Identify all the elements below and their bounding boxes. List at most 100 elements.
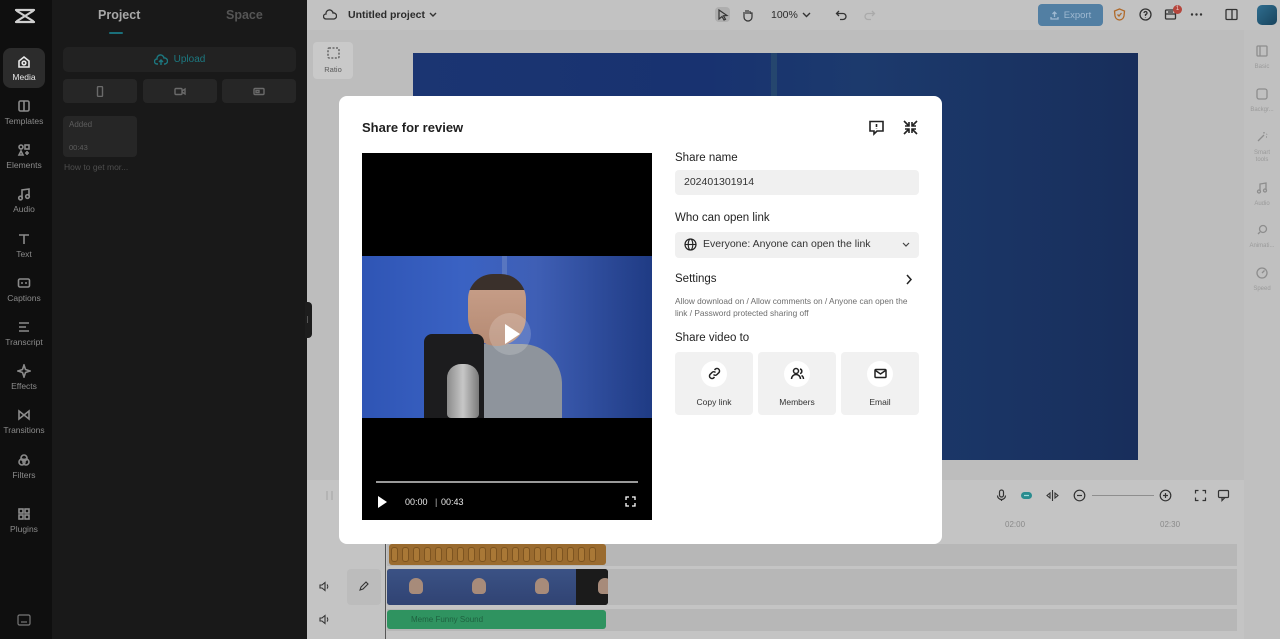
feedback-button[interactable] — [868, 119, 885, 136]
ratio-button[interactable]: Ratio — [313, 42, 353, 79]
panel-collapse-handle[interactable] — [305, 302, 312, 338]
settings-label[interactable]: Settings — [675, 273, 717, 285]
templates-icon — [18, 99, 30, 112]
effects-icon — [17, 363, 31, 378]
chevron-down-icon[interactable] — [799, 7, 814, 22]
audio-clip[interactable] — [389, 544, 606, 565]
split-icon[interactable] — [323, 489, 336, 502]
copy-link-button[interactable]: Copy link — [675, 352, 753, 415]
link-access-value: Everyone: Anyone can open the link — [703, 238, 871, 250]
share-name-input[interactable]: 202401301914 — [675, 170, 919, 195]
nav-templates[interactable]: Templates — [3, 92, 45, 132]
chevron-right-icon[interactable] — [905, 274, 913, 285]
pencil-icon — [359, 581, 369, 591]
sfx-clip[interactable]: Meme Funny Sound — [387, 610, 606, 629]
nav-transcript[interactable]: Transcript — [3, 313, 45, 353]
video-preview-player[interactable]: 00:00 | 00:43 — [362, 153, 652, 520]
prop-animation[interactable]: Animati... — [1244, 223, 1280, 250]
cloud-upload-icon — [153, 53, 168, 65]
media-icon — [18, 55, 30, 68]
video-thumbnail — [387, 569, 450, 605]
player-current-time: 00:00 — [405, 497, 428, 507]
player-progress-bar[interactable] — [376, 481, 638, 483]
layout-panel-icon[interactable] — [1224, 7, 1239, 22]
nav-elements-label: Elements — [6, 159, 42, 170]
plugins-icon — [18, 507, 30, 520]
upload-button[interactable]: Upload — [63, 47, 296, 72]
volume-icon[interactable] — [318, 613, 331, 626]
play-overlay-icon[interactable] — [489, 313, 531, 355]
media-panel: Project Space Upload Added 00:43 How to … — [52, 0, 307, 639]
microphone-icon[interactable] — [995, 489, 1008, 502]
help-icon[interactable] — [1138, 7, 1153, 22]
tab-space[interactable]: Space — [226, 8, 263, 22]
share-for-review-dialog: Share for review 00:00 | 00:43 Share nam… — [339, 96, 942, 544]
prop-smart-tools[interactable]: Smart tools — [1244, 130, 1280, 164]
link-access-select[interactable]: Everyone: Anyone can open the link — [675, 232, 919, 258]
project-name[interactable]: Untitled project — [348, 9, 425, 21]
prop-basic[interactable]: Basic — [1244, 44, 1280, 71]
export-button[interactable]: Export — [1038, 4, 1103, 26]
keyboard-icon[interactable] — [17, 614, 31, 626]
capcut-logo-icon[interactable] — [14, 7, 36, 25]
video-clip[interactable] — [387, 569, 608, 605]
magic-wand-icon — [1257, 132, 1268, 142]
nav-transitions[interactable]: Transitions — [3, 401, 45, 441]
nav-audio[interactable]: Audio — [3, 180, 45, 220]
more-icon[interactable] — [1189, 7, 1204, 22]
minimize-icon — [903, 120, 918, 135]
prop-speed[interactable]: Speed — [1244, 266, 1280, 293]
player-time-separator: | — [435, 497, 438, 507]
chevron-down-icon[interactable] — [429, 12, 437, 18]
playhead[interactable] — [385, 540, 386, 639]
nav-plugins[interactable]: Plugins — [3, 500, 45, 540]
undo-icon[interactable] — [834, 7, 849, 22]
audio-note-icon — [1256, 182, 1268, 194]
nav-templates-label: Templates — [4, 115, 44, 126]
redo-icon[interactable] — [862, 7, 877, 22]
link-icon — [708, 367, 720, 380]
zoom-out-icon[interactable] — [1073, 489, 1086, 502]
email-button[interactable]: Email — [841, 352, 919, 415]
fit-timeline-icon[interactable] — [1194, 489, 1207, 502]
prop-background[interactable]: Backgr... — [1244, 87, 1280, 114]
timeline-zoom-slider[interactable] — [1092, 495, 1154, 496]
filter-portrait-button[interactable] — [63, 79, 137, 103]
audio-icon — [17, 187, 31, 201]
filter-video-button[interactable] — [143, 79, 217, 103]
prop-audio[interactable]: Audio — [1244, 181, 1280, 208]
sfx-clip-label: Meme Funny Sound — [411, 615, 484, 624]
nav-elements[interactable]: Elements — [3, 136, 45, 176]
nav-effects[interactable]: Effects — [3, 357, 45, 397]
prop-smart-tools-label: Smart tools — [1253, 150, 1270, 163]
nav-transcript-label: Transcript — [5, 336, 43, 347]
media-item[interactable]: Added 00:43 — [63, 116, 137, 157]
phone-icon — [96, 85, 104, 97]
fullscreen-icon[interactable] — [625, 496, 636, 507]
members-button[interactable]: Members — [758, 352, 836, 415]
collapse-dialog-button[interactable] — [902, 119, 919, 136]
zoom-level[interactable]: 100% — [771, 9, 798, 21]
nav-media[interactable]: Media — [3, 48, 45, 88]
nav-filters[interactable]: Filters — [3, 446, 45, 486]
prop-speed-label: Speed — [1253, 286, 1271, 292]
shield-check-icon[interactable] — [1112, 7, 1127, 22]
nav-text[interactable]: Text — [3, 225, 45, 265]
added-badge: Added — [69, 120, 93, 129]
split-compare-icon[interactable] — [1046, 489, 1059, 502]
export-label: Export — [1063, 9, 1092, 21]
filter-landscape-button[interactable] — [222, 79, 296, 103]
play-icon[interactable] — [378, 496, 387, 508]
avatar[interactable] — [1257, 5, 1277, 25]
track-edit-button[interactable] — [347, 569, 381, 605]
email-icon — [873, 368, 887, 379]
volume-icon[interactable] — [318, 580, 331, 593]
auto-snap-icon[interactable] — [1020, 489, 1033, 502]
zoom-in-icon[interactable] — [1159, 489, 1172, 502]
select-cursor-icon[interactable] — [715, 7, 730, 22]
nav-audio-label: Audio — [13, 203, 35, 214]
nav-captions[interactable]: Captions — [3, 269, 45, 309]
comment-icon[interactable] — [1217, 489, 1230, 502]
tab-project[interactable]: Project — [98, 8, 140, 22]
hand-pan-icon[interactable] — [740, 7, 755, 22]
